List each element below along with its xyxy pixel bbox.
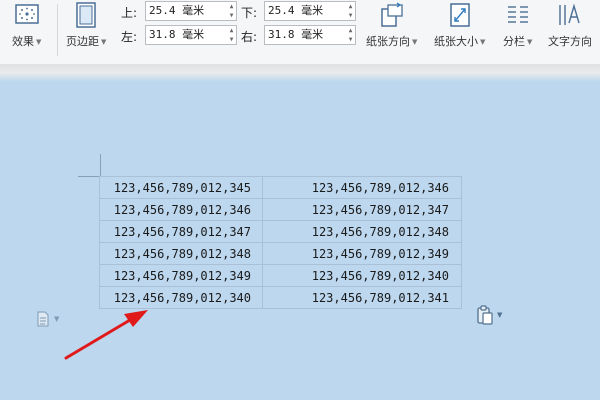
annotation-arrow <box>64 310 148 360</box>
